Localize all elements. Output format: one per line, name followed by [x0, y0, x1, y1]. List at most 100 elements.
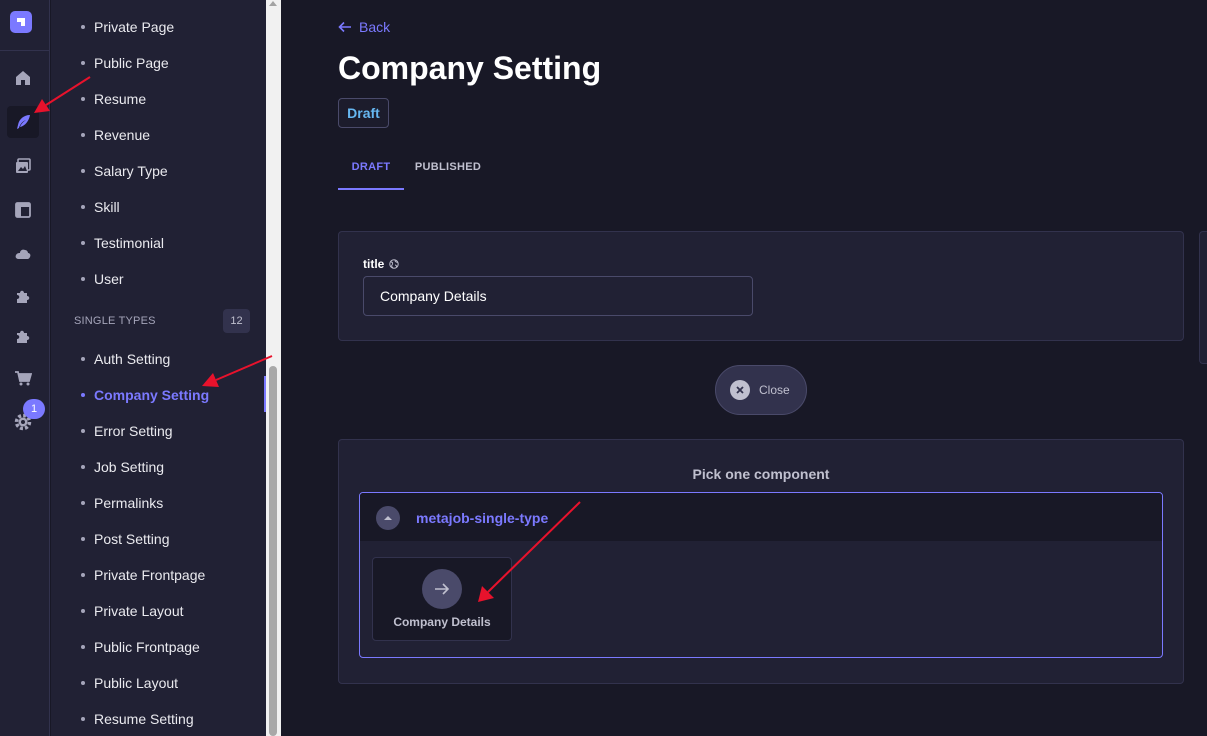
- sidebar-item-label: Private Layout: [94, 603, 184, 619]
- sidebar-item-salary-type[interactable]: Salary Type: [81, 161, 168, 181]
- sidebar-scrollbar[interactable]: [266, 0, 281, 736]
- bullet-dot: [81, 717, 85, 721]
- sidebar-item-label: Auth Setting: [94, 351, 171, 367]
- bullet-dot: [81, 169, 85, 173]
- sidebar-item-revenue[interactable]: Revenue: [81, 125, 150, 145]
- right-panel-edge: [1199, 231, 1207, 364]
- close-button[interactable]: Close: [715, 365, 807, 415]
- sidebar-item-label: Resume: [94, 91, 147, 107]
- pick-component-title: Pick one component: [692, 466, 830, 482]
- bullet-dot: [81, 393, 85, 397]
- sidebar-item-skill[interactable]: Skill: [81, 197, 120, 217]
- settings-notification-badge: 1: [23, 399, 45, 419]
- sidebar-item-label: Salary Type: [94, 163, 168, 179]
- sidebar-item-label: Post Setting: [94, 531, 170, 547]
- chevron-up-icon[interactable]: [376, 506, 400, 530]
- puzzle-icon: [17, 290, 30, 303]
- nav-home[interactable]: [7, 62, 39, 94]
- bullet-dot: [81, 357, 85, 361]
- nav-content-type-builder[interactable]: [7, 194, 39, 226]
- sidebar-item-company-setting[interactable]: Company Setting: [81, 385, 209, 405]
- main-nav-rail: 1: [0, 0, 50, 736]
- tab-draft[interactable]: DRAFT: [338, 152, 404, 190]
- puzzle-icon: [17, 330, 30, 343]
- app-logo[interactable]: [10, 11, 32, 33]
- bullet-dot: [81, 97, 85, 101]
- bullet-dot: [81, 25, 85, 29]
- close-label: Close: [759, 383, 790, 397]
- sidebar-item-label: User: [94, 271, 124, 287]
- sidebar-item-label: Skill: [94, 199, 120, 215]
- bullet-dot: [81, 205, 85, 209]
- sidebar-item-label: Testimonial: [94, 235, 165, 251]
- scroll-up-arrow[interactable]: [269, 1, 277, 6]
- bullet-dot: [81, 501, 85, 505]
- component-group-header[interactable]: metajob-single-type: [360, 493, 1162, 541]
- sidebar-item-label: Public Layout: [94, 675, 179, 691]
- sidebar-item-private-page[interactable]: Private Page: [81, 17, 174, 37]
- sidebar-item-label: Revenue: [94, 127, 151, 143]
- sidebar-item-testimonial[interactable]: Testimonial: [81, 233, 164, 253]
- component-card-company-details[interactable]: Company Details: [372, 557, 512, 641]
- nav-cloud[interactable]: [7, 238, 39, 270]
- sidebar-item-public-frontpage[interactable]: Public Frontpage: [81, 637, 200, 657]
- component-group-title: metajob-single-type: [416, 510, 549, 526]
- close-icon: [730, 380, 750, 400]
- sidebar-item-label: Resume Setting: [94, 711, 194, 727]
- title-input[interactable]: [363, 276, 753, 316]
- sidebar-item-public-page[interactable]: Public Page: [81, 53, 169, 73]
- sidebar-item-error-setting[interactable]: Error Setting: [81, 421, 173, 441]
- bullet-dot: [81, 133, 85, 137]
- sidebar-item-auth-setting[interactable]: Auth Setting: [81, 349, 170, 369]
- bullet-dot: [81, 645, 85, 649]
- nav-plugins[interactable]: [7, 280, 39, 312]
- bullet-dot: [81, 681, 85, 685]
- page-title: Company Setting: [338, 50, 602, 86]
- sidebar-item-post-setting[interactable]: Post Setting: [81, 529, 170, 549]
- nav-media-library[interactable]: [7, 150, 39, 182]
- sidebar-item-job-setting[interactable]: Job Setting: [81, 457, 164, 477]
- sidebar-item-label: Public Frontpage: [94, 639, 200, 655]
- cloud-icon: [15, 249, 31, 259]
- sidebar-item-label: Private Frontpage: [94, 567, 206, 583]
- tab-published[interactable]: PUBLISHED: [404, 152, 492, 190]
- single-types-count-badge: 12: [223, 309, 250, 333]
- media-icon: [16, 158, 31, 173]
- sidebar-item-user[interactable]: User: [81, 269, 124, 289]
- sidebar-item-label: Error Setting: [94, 423, 173, 439]
- sidebar-item-label: Permalinks: [94, 495, 164, 511]
- scroll-thumb[interactable]: [269, 366, 277, 736]
- bullet-dot: [81, 241, 85, 245]
- component-label: Company Details: [393, 615, 491, 629]
- bullet-dot: [81, 573, 85, 577]
- bullet-dot: [81, 429, 85, 433]
- title-label-text: title: [363, 257, 385, 271]
- back-label: Back: [359, 19, 391, 35]
- sidebar-item-private-layout[interactable]: Private Layout: [81, 601, 184, 621]
- feather-icon: [17, 115, 30, 129]
- sidebar-item-resume-setting[interactable]: Resume Setting: [81, 709, 194, 729]
- content-manager-sidebar: Private Page Public Page Resume Revenue Sala…: [51, 0, 266, 736]
- sidebar-item-label: Job Setting: [94, 459, 165, 475]
- bullet-dot: [81, 537, 85, 541]
- bullet-dot: [81, 277, 85, 281]
- cart-icon: [15, 371, 32, 386]
- back-link[interactable]: Back: [338, 19, 390, 35]
- sidebar-item-label: Public Page: [94, 55, 169, 71]
- nav-plugins-2[interactable]: [7, 320, 39, 352]
- sidebar-item-label: Private Page: [94, 19, 175, 35]
- sidebar-item-private-frontpage[interactable]: Private Frontpage: [81, 565, 205, 585]
- nav-marketplace[interactable]: [7, 362, 39, 394]
- arrow-right-icon: [422, 569, 462, 609]
- bullet-dot: [81, 61, 85, 65]
- bullet-dot: [81, 609, 85, 613]
- sidebar-item-public-layout[interactable]: Public Layout: [81, 673, 178, 693]
- globe-icon: [389, 259, 400, 269]
- sidebar-item-resume[interactable]: Resume: [81, 89, 146, 109]
- sidebar-item-permalinks[interactable]: Permalinks: [81, 493, 163, 513]
- layout-icon: [15, 202, 31, 218]
- nav-content-manager[interactable]: [7, 106, 39, 138]
- component-group: metajob-single-type Company Details: [359, 492, 1163, 658]
- bullet-dot: [81, 465, 85, 469]
- sidebar-item-label: Company Setting: [94, 387, 210, 403]
